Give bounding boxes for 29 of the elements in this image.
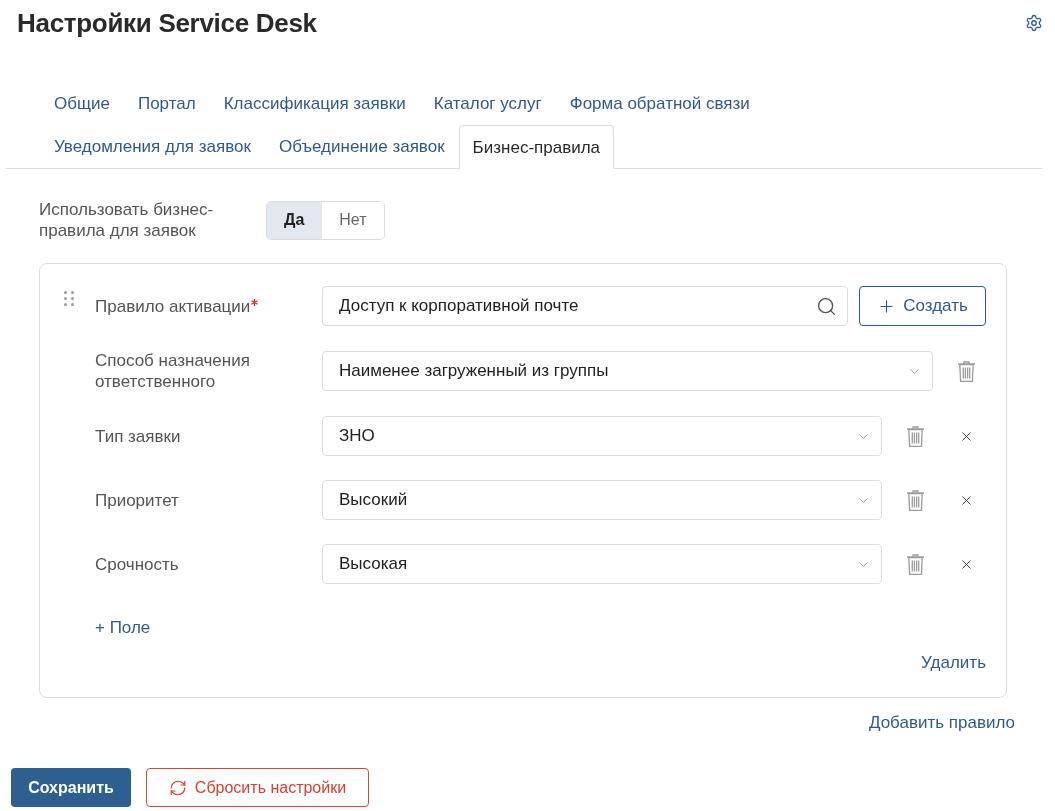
select-field[interactable]: Наименее загруженный из группы bbox=[322, 351, 933, 391]
trash-icon[interactable] bbox=[957, 360, 976, 382]
delete-rule-link[interactable]: Удалить bbox=[921, 653, 986, 673]
trash-icon[interactable] bbox=[906, 489, 925, 511]
toggle-label: Использовать бизнес-правила для заявок bbox=[39, 199, 215, 241]
add-rule-link[interactable]: Добавить правило bbox=[868, 713, 1015, 733]
field-label: Приоритет bbox=[95, 489, 179, 511]
select-field[interactable]: Высокий bbox=[322, 480, 882, 520]
toggle-option[interactable]: Да bbox=[267, 201, 322, 239]
toggle-option[interactable]: Нет bbox=[321, 201, 384, 239]
search-field[interactable]: Доступ к корпоративной почте bbox=[322, 286, 848, 326]
save-button[interactable]: Сохранить bbox=[11, 768, 131, 807]
field-label: Тип заявки bbox=[95, 425, 181, 447]
field-label: Срочность bbox=[95, 553, 179, 575]
create-button[interactable]: Создать bbox=[859, 286, 986, 326]
add-field-link[interactable]: + Поле bbox=[95, 618, 151, 638]
search-icon[interactable] bbox=[816, 295, 837, 317]
refresh-icon bbox=[168, 778, 187, 797]
drag-handle-icon[interactable] bbox=[64, 291, 74, 306]
select-field[interactable]: ЗНО bbox=[322, 416, 882, 456]
trash-icon[interactable] bbox=[906, 425, 925, 447]
trash-icon[interactable] bbox=[906, 553, 925, 575]
field-label: Способ назначения ответственного bbox=[95, 350, 251, 392]
select-field[interactable]: Высокая bbox=[322, 544, 882, 584]
tab[interactable]: Бизнес-правила bbox=[458, 125, 615, 169]
page-title: Настройки Service Desk bbox=[17, 7, 317, 39]
field-label: Правило активации bbox=[95, 295, 251, 317]
settings-icon[interactable] bbox=[1025, 14, 1043, 32]
reset-button[interactable]: Сбросить настройки bbox=[146, 768, 369, 807]
